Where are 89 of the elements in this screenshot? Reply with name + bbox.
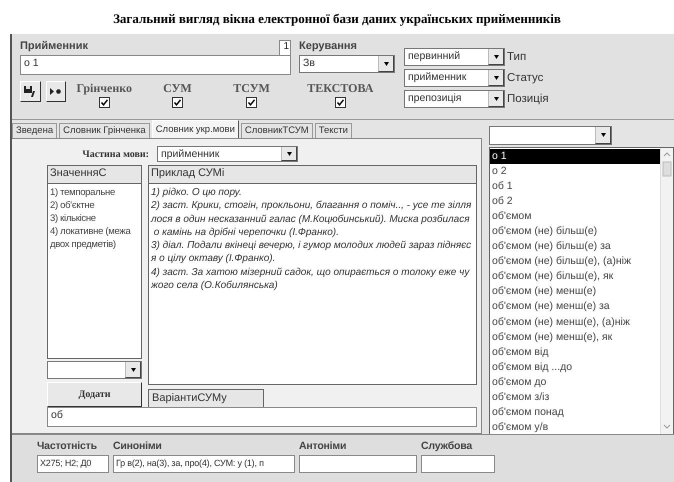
text-field[interactable]: Гр в(2), на(3), за, про(4), СУМ: у (1), п [113,455,295,473]
list-item[interactable]: об'ємом до [490,374,660,390]
source-label: СУМ [163,81,192,96]
checkbox[interactable] [334,97,346,108]
list-item[interactable]: об'ємом (не) більш(е) [490,224,660,240]
variants-header: ВаріантиСУМу [148,389,264,409]
figure-caption: Загальний вигляд вікна електронної бази даних українських прийменників [113,11,561,26]
variants-field[interactable]: об [47,407,477,427]
source-label: Грінченко [76,81,132,96]
government-dropdown[interactable]: Зв [299,55,395,73]
caret-icon [600,133,606,137]
meaning-item[interactable]: 4) локативне (межа двох предметів) [50,225,139,251]
example-line: я о цілу октаву (І.Франко). [151,252,276,266]
meaning-item[interactable]: 2) об'єктне [50,199,139,212]
filter-dropdown[interactable] [489,126,612,145]
list-item[interactable]: об'ємом (не) більш(е), (а)ніж [490,254,660,270]
list-item[interactable]: об'ємом (не) більш(е), як [490,269,660,284]
list-item[interactable]: об'ємом від ...до [490,360,660,375]
caret-icon [494,54,498,58]
example-line: жого села (О.Кобилянська) [151,279,279,292]
example-line: 1) рідко. О цю пору. [151,186,243,200]
property-label: Позиція [507,93,549,105]
caret-icon [494,76,498,80]
property-dropdown[interactable]: прийменник [404,69,505,87]
part-of-speech-label: Частина мови: [81,148,149,160]
new-record-button[interactable] [46,81,66,102]
preposition-label: Прийменник [20,40,89,54]
example-line: 2) заст. Крики, стогін, прокльони, благання о поміч.., - усе те зілля [151,199,472,213]
checkmark-icon [100,99,108,106]
text-field[interactable] [421,455,495,473]
caret-icon [130,368,136,372]
list-item[interactable]: об 2 [490,194,660,210]
caret-icon [286,152,292,156]
list-item[interactable]: об'ємом (не) менш(е) [490,284,660,300]
list-item[interactable]: об'ємом у/в [490,420,660,435]
tab[interactable]: Тексти [314,123,352,138]
checkmark-icon [174,99,181,106]
example-line: 3) діал. Подали вкінеці вечерю, і гумор молодих людей зараз підняєс [151,239,472,252]
add-button[interactable]: Додати [47,382,142,407]
tab[interactable]: Словник Грінченка [59,123,150,138]
column-header: Приклад СУМі [149,166,476,184]
meaning-dropdown[interactable] [47,361,142,379]
list-item[interactable]: об'ємом (не) більш(е) за [490,239,660,254]
property-dropdown[interactable]: первинний [404,48,505,66]
example-line: о камінь на дрібні черепочки (І.Франко). [152,226,340,240]
list-item[interactable]: о 2 [490,164,660,180]
checkbox[interactable] [172,97,183,108]
property-label: Тип [507,51,526,63]
example-line: лося в один несказанний галас (М.Коцюбинський). Миска розбилася [151,212,471,226]
list-item[interactable]: об'ємом (не) менш(е) за [490,299,660,315]
checkmark-icon [336,99,344,106]
preposition-field[interactable]: о 1 [20,55,291,75]
list-item[interactable]: о 1 [490,149,660,164]
field-label: Частотність [37,440,98,452]
property-dropdown[interactable]: препозиція [404,90,505,108]
record-counter: 1 [279,40,291,55]
text-field[interactable] [299,455,417,473]
field-label: Службова [421,440,474,452]
next-record-icon [50,88,62,95]
field-label: Синоніми [113,440,163,452]
part-of-speech-dropdown[interactable]: прийменник [157,146,298,162]
save-button[interactable] [20,81,41,102]
checkbox[interactable] [246,97,258,108]
list-item[interactable]: об'ємом [490,209,660,224]
caret-icon [494,96,498,100]
list-item[interactable]: об'ємом понад [490,404,660,420]
list-item[interactable]: об'ємом від [490,344,660,360]
property-label: Статус [507,72,544,84]
tab[interactable]: Зведена [12,123,58,138]
caret-icon [384,62,388,66]
field-label: Антоніми [299,440,348,452]
source-label: ТСУМ [233,81,270,96]
checkmark-icon [248,99,256,106]
save-icon [23,85,38,98]
list-item[interactable]: об'ємом (не) менш(е), як [490,330,660,345]
meaning-item[interactable]: 3) кількісне [50,212,139,225]
text-field[interactable]: Х275; Н2; Д0 [37,455,109,473]
column-header: ЗначенняС [48,166,141,184]
checkbox[interactable] [98,97,110,108]
list-item[interactable]: об 1 [490,179,660,194]
meaning-item[interactable]: 1) темпоральне [50,186,139,199]
example-line: 4) заст. За хатою мізерний садок, що опирається о толоку еже чу [151,266,471,280]
source-label: ТЕКСТОВА [307,81,374,96]
tab[interactable]: СловникТСУМ [240,123,313,138]
tab[interactable]: Словник укр.мови [152,120,239,138]
government-label: Керування [299,40,358,54]
list-item[interactable]: об'ємом з/із [490,390,660,405]
scrollbar[interactable] [660,148,673,435]
list-item[interactable]: об'ємом (не) менш(е), (а)ніж [490,314,660,330]
